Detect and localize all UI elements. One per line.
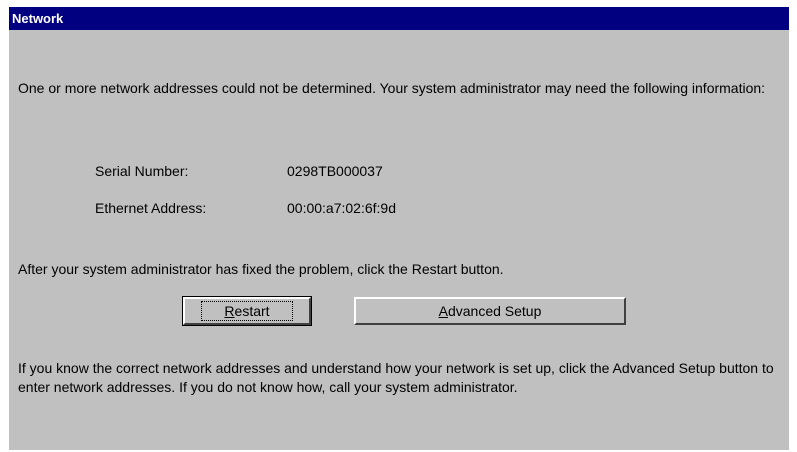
restart-label-rest: estart <box>234 303 270 319</box>
restart-button[interactable]: Restart <box>182 296 312 326</box>
serial-number-value: 0298TB000037 <box>287 163 383 179</box>
advanced-setup-button[interactable]: Advanced Setup <box>354 297 626 325</box>
restart-mnemonic: R <box>224 303 235 319</box>
advanced-label-rest: dvanced Setup <box>447 303 542 319</box>
network-dialog: Network One or more network addresses co… <box>9 7 789 450</box>
advanced-message: If you know the correct network addresse… <box>18 360 774 395</box>
advanced-setup-button-label: Advanced Setup <box>439 303 542 319</box>
intro-message: One or more network addresses could not … <box>18 80 766 96</box>
ethernet-address-label: Ethernet Address: <box>95 200 207 216</box>
restart-button-label: Restart <box>201 301 293 321</box>
window-title: Network <box>12 11 64 26</box>
ethernet-address-value: 00:00:a7:02:6f:9d <box>287 200 396 216</box>
title-bar: Network <box>9 7 789 30</box>
serial-number-label: Serial Number: <box>95 163 189 179</box>
advanced-mnemonic: A <box>438 303 448 319</box>
fixed-message: After your system administrator has fixe… <box>18 261 504 277</box>
